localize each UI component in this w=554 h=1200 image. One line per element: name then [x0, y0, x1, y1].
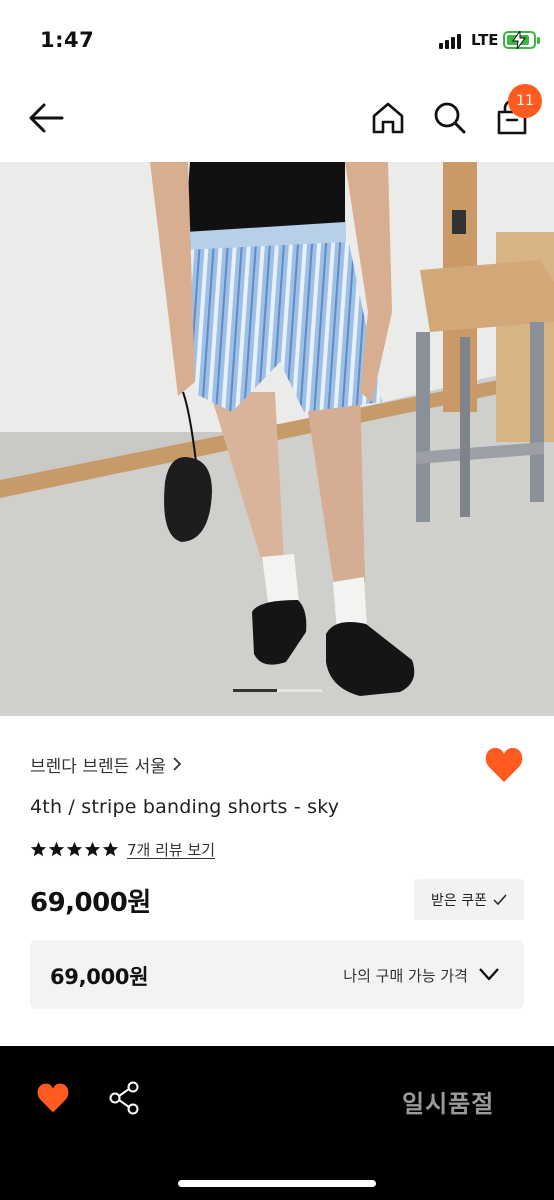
star-icon	[102, 841, 119, 856]
signal-strength-icon	[439, 33, 465, 49]
product-photo	[0, 162, 554, 716]
status-time: 1:47	[40, 28, 95, 52]
star-icon	[84, 841, 101, 856]
carousel-indicator	[233, 689, 322, 692]
sold-out-button[interactable]: 일시품절	[402, 1084, 494, 1119]
home-indicator	[178, 1180, 376, 1187]
star-icon	[30, 841, 47, 856]
bottom-action-bar: 일시품절	[0, 1046, 554, 1200]
star-icon	[48, 841, 65, 856]
home-icon[interactable]	[368, 98, 408, 138]
product-image[interactable]	[0, 162, 554, 716]
brand-link[interactable]: 브렌다 브렌든 서울	[30, 750, 182, 778]
brand-name: 브렌다 브렌든 서울	[30, 756, 166, 777]
product-name: 4th / stripe banding shorts - sky	[30, 796, 340, 818]
charging-bolt-icon	[512, 31, 526, 49]
star-icon	[66, 841, 83, 856]
coupon-button[interactable]: 받은 쿠폰	[414, 879, 524, 920]
status-bar: 1:47 LTE	[0, 0, 554, 76]
top-navigation	[0, 76, 554, 162]
my-price-dropdown[interactable]: 69,000원 나의 구매 가능 가격	[30, 940, 524, 1009]
my-price-label: 나의 구매 가능 가격	[343, 967, 468, 985]
chevron-down-icon	[479, 968, 499, 981]
search-icon[interactable]	[430, 98, 470, 138]
share-icon[interactable]	[107, 1080, 141, 1116]
heart-icon[interactable]	[484, 746, 524, 784]
chevron-right-icon	[173, 757, 182, 771]
star-rating	[30, 841, 119, 858]
heart-icon[interactable]	[36, 1082, 70, 1114]
review-link[interactable]: 7개 리뷰 보기	[127, 839, 215, 860]
my-price-value: 69,000원	[50, 965, 149, 989]
coupon-label: 받은 쿠폰	[431, 892, 487, 909]
product-price: 69,000원	[30, 888, 151, 918]
check-icon	[493, 894, 507, 905]
network-type: LTE	[471, 31, 499, 49]
back-arrow-icon[interactable]	[26, 100, 66, 136]
cart-count-badge: 11	[508, 84, 542, 118]
rating-row: 7개 리뷰 보기	[30, 837, 215, 861]
